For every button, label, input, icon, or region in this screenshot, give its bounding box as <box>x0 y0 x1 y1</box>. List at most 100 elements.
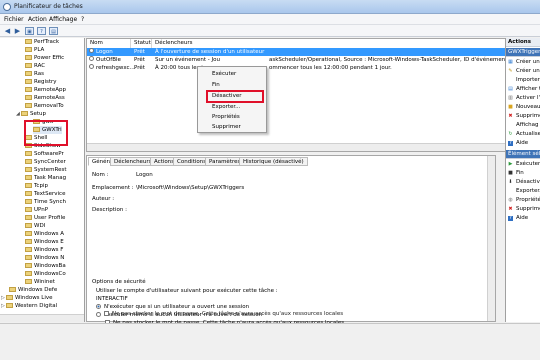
tree-item-registry[interactable]: Registry <box>25 78 57 86</box>
tree-item-remoteapp[interactable]: RemoteApp <box>25 86 66 94</box>
action-import[interactable]: Importer <box>506 76 540 85</box>
action-delete[interactable]: ✖ Supprime <box>506 205 540 214</box>
ctx-properties[interactable]: Propriétés <box>212 113 240 122</box>
action-properties[interactable]: ◍ Propriété <box>506 196 540 205</box>
column-header-triggers[interactable]: Déclencheurs <box>152 39 532 48</box>
folder-icon <box>25 207 32 212</box>
ctx-run[interactable]: Exécuter <box>212 70 236 79</box>
folder-icon <box>25 103 32 108</box>
create-task-icon: ✎ <box>508 68 513 74</box>
task-row-refreshgwx[interactable]: refreshgwxc... Prêt À 20:00 tous les jou… <box>87 64 532 72</box>
tree-item-windows-defender[interactable]: Windows Defe <box>9 286 57 294</box>
selected-item-header: Élément sélect <box>506 150 540 159</box>
name-value: Logon <box>133 171 473 179</box>
action-create-basic-task[interactable]: ▦Créer une <box>506 58 540 67</box>
action-enable-history[interactable]: ▥Activer l'h <box>506 94 540 103</box>
highlight-box-tree <box>24 120 68 146</box>
tree-item-timesynch[interactable]: Time Synch <box>25 198 66 206</box>
action-view[interactable]: Affichag <box>506 121 540 130</box>
checkbox-icon[interactable] <box>104 311 109 316</box>
folder-up-icon[interactable]: ▣ <box>25 27 34 35</box>
tree-item-tcpip[interactable]: Tcpip <box>25 182 48 190</box>
tree-item-windows-e[interactable]: Windows E <box>25 238 64 246</box>
tree-item-textservice[interactable]: TextService <box>25 190 65 198</box>
forward-icon[interactable]: ▶ <box>13 27 22 35</box>
help-icon: ? <box>508 215 513 221</box>
action-display-all[interactable]: ▤ Afficher t <box>506 85 540 94</box>
run-icon: ▶ <box>508 161 513 167</box>
tree-item-upnp[interactable]: UPnP <box>25 206 48 214</box>
menu-affichage[interactable]: Affichage <box>49 16 77 23</box>
actions-header: Actions <box>506 38 540 47</box>
tree-item-windows-n[interactable]: Windows N <box>25 254 64 262</box>
actions-selected-folder[interactable]: GWXTriggers <box>506 48 540 57</box>
action-create-task[interactable]: ✎Créer une <box>506 67 540 76</box>
tree-item-wininet[interactable]: Wininet <box>25 278 55 286</box>
folder-icon <box>25 151 32 156</box>
ctx-end[interactable]: Fin <box>212 81 220 90</box>
folder-icon <box>25 199 32 204</box>
tree-item-userprofile[interactable]: User Profile <box>25 214 65 222</box>
ctx-delete[interactable]: Supprimer <box>212 123 241 132</box>
folder-icon <box>9 287 16 292</box>
menu-action[interactable]: Action <box>28 16 47 23</box>
tree-item-windows-a[interactable]: Windows A <box>25 230 64 238</box>
tree-item-windows-f[interactable]: Windows F <box>25 246 63 254</box>
description-field <box>133 206 473 266</box>
action-delete-folder[interactable]: ✖ Supprime <box>506 112 540 121</box>
tree-item-ras[interactable]: Ras <box>25 70 44 78</box>
folder-icon <box>25 79 32 84</box>
tree-item-taskmanag[interactable]: Task Manag <box>25 174 66 182</box>
tree-item-pla[interactable]: PLA <box>25 46 44 54</box>
tree-item-softwarepr[interactable]: SoftwarePr <box>25 150 64 158</box>
tree-item-remoteass[interactable]: RemoteAss <box>25 94 65 102</box>
option-no-password-text[interactable]: Ne pas stocker le mot de passe. Cette tâ… <box>104 311 343 317</box>
tree-item-systemrest[interactable]: SystemRest <box>25 166 67 174</box>
action-new-folder[interactable]: ■ Nouveau <box>506 103 540 112</box>
folder-icon <box>25 47 32 52</box>
show-pane-icon[interactable]: ▤ <box>49 27 58 35</box>
tree-item-wdi[interactable]: WDI <box>25 222 45 230</box>
tab-history[interactable]: Historique (désactivé) <box>239 157 308 166</box>
folder-icon <box>25 247 32 252</box>
help-icon[interactable]: ? <box>37 27 46 35</box>
action-run[interactable]: ▶ Exécuter <box>506 160 540 169</box>
tree-item-windows-live[interactable]: ▷ Windows Live <box>1 294 53 302</box>
tasklist-horizontal-scrollbar[interactable] <box>87 143 532 151</box>
tree-item-power[interactable]: Power Effic <box>25 54 64 62</box>
description-label: Description : <box>92 207 127 213</box>
column-header-status[interactable]: Statut <box>131 39 152 48</box>
menu-fichier[interactable]: Fichier <box>4 16 24 23</box>
radio-selected-icon[interactable] <box>96 304 101 309</box>
column-header-name[interactable]: Nom <box>87 39 131 48</box>
action-export[interactable]: Exporter... <box>506 187 540 196</box>
create-basic-task-icon: ▦ <box>508 59 513 65</box>
task-clock-icon <box>89 48 94 53</box>
action-end[interactable]: ■ Fin <box>506 169 540 178</box>
task-row-logon[interactable]: Logon Prêt À l'ouverture de session d'un… <box>87 48 532 56</box>
task-row-outofble[interactable]: OutOfBle Prêt Sur un événement - Jou ask… <box>87 56 532 64</box>
tree-item-rac[interactable]: RAC <box>25 62 45 70</box>
option-run-when-logged[interactable]: N'exécuter que si un utilisateur a ouver… <box>96 304 249 310</box>
tree-item-western-digital[interactable]: ▷ Western Digital <box>1 302 57 310</box>
action-help-selected[interactable]: ? Aide <box>506 214 540 223</box>
tree-item-windowsco[interactable]: WindowsCo <box>25 270 66 278</box>
account-value: INTERACTIF <box>96 296 128 302</box>
tree-horizontal-scrollbar[interactable] <box>0 314 84 322</box>
ctx-export[interactable]: Exporter... <box>212 103 240 112</box>
tab-triggers[interactable]: Déclencheurs <box>110 157 156 166</box>
action-refresh[interactable]: ↻ Actualise <box>506 130 540 139</box>
menu-help[interactable]: ? <box>81 16 84 23</box>
tree-item-windowsba[interactable]: WindowsBa <box>25 262 66 270</box>
location-label: Emplacement : <box>92 185 134 191</box>
tree-item-synccenter[interactable]: SyncCenter <box>25 158 66 166</box>
tree-item-setup[interactable]: ◢ Setup <box>16 110 46 118</box>
action-help[interactable]: ? Aide <box>506 139 540 148</box>
tree-item-perftrack[interactable]: PerfTrack <box>25 38 59 46</box>
task-detail-pane: Général Déclencheurs Actions Conditions … <box>86 155 496 323</box>
action-disable[interactable]: ⬇Désactive <box>506 178 540 187</box>
back-icon[interactable]: ◀ <box>3 27 12 35</box>
detail-vertical-scrollbar[interactable] <box>487 156 495 321</box>
radio-icon[interactable] <box>96 312 101 317</box>
tree-item-removalto[interactable]: RemovalTo <box>25 102 64 110</box>
